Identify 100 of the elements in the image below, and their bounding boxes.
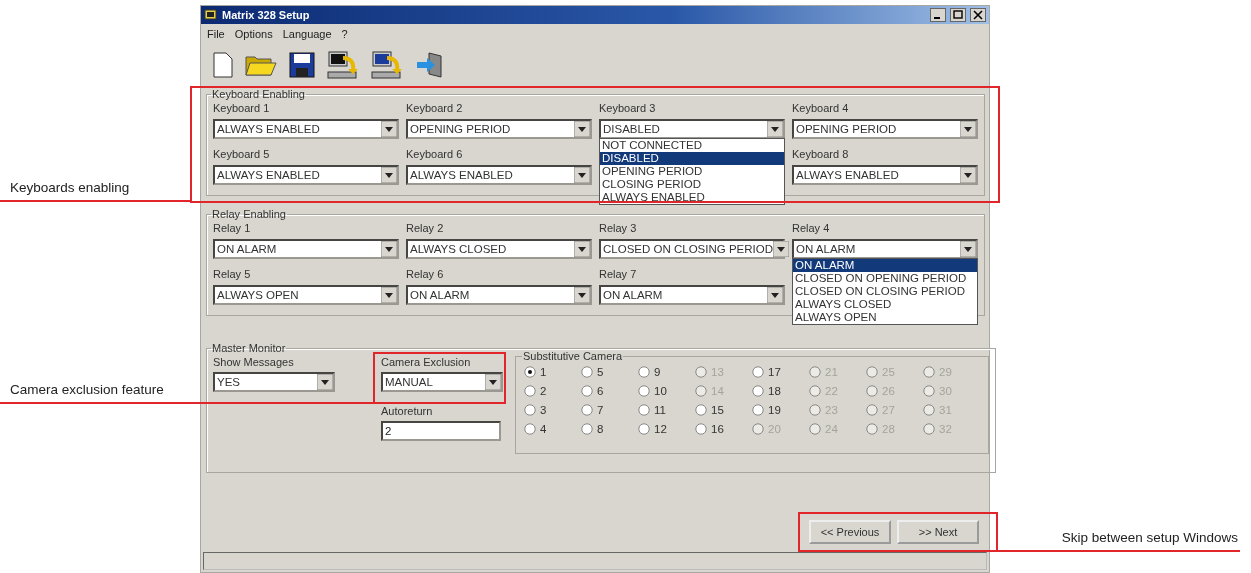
dropdown[interactable]: ALWAYS OPEN <box>213 285 399 305</box>
callout-label: Camera exclusion feature <box>10 382 164 397</box>
radio-option[interactable]: 2 <box>524 383 547 399</box>
radio-icon <box>809 366 821 378</box>
radio-option[interactable]: 9 <box>638 364 661 380</box>
caret-icon <box>960 241 976 257</box>
caret-icon <box>317 374 333 390</box>
field-label: Relay 1 <box>213 222 252 235</box>
group-title: Substitutive Camera <box>522 350 624 362</box>
radio-icon <box>581 385 593 397</box>
close-icon[interactable] <box>970 8 986 22</box>
radio-icon <box>923 404 935 416</box>
list-item[interactable]: ON ALARM <box>793 259 977 272</box>
nav-button[interactable]: << Previous <box>809 520 891 544</box>
caret-icon <box>574 167 590 183</box>
radio-icon <box>638 404 650 416</box>
dropdown[interactable]: ALWAYS ENABLED <box>792 165 978 185</box>
dropdown[interactable]: YES <box>213 372 335 392</box>
radio-icon <box>638 423 650 435</box>
menu-item[interactable]: ? <box>341 28 348 40</box>
computer-arrow-icon[interactable] <box>371 50 403 80</box>
field-label: Keyboard 4 <box>792 102 850 115</box>
field-label: Keyboard 3 <box>599 102 657 115</box>
input-field[interactable]: 2 <box>381 421 501 441</box>
radio-icon <box>752 366 764 378</box>
radio-option[interactable]: 6 <box>581 383 604 399</box>
caret-icon <box>381 287 397 303</box>
radio-icon <box>638 366 650 378</box>
dropdown[interactable]: DISABLED <box>599 119 785 139</box>
computer-arrow-icon[interactable] <box>327 50 359 80</box>
group-title: Relay Enabling <box>211 208 287 220</box>
menu-item[interactable]: Options <box>234 28 273 40</box>
menu-item[interactable]: File <box>207 28 225 40</box>
radio-option[interactable]: 18 <box>752 383 781 399</box>
dropdown[interactable]: ALWAYS CLOSED <box>406 239 592 259</box>
caret-icon <box>767 287 783 303</box>
radio-icon <box>923 366 935 378</box>
field-label: Keyboard 5 <box>213 148 271 161</box>
radio-icon <box>809 423 821 435</box>
radio-option[interactable]: 16 <box>695 421 724 437</box>
exit-door-icon[interactable] <box>415 51 445 79</box>
caret-icon <box>773 241 789 257</box>
dropdown[interactable]: OPENING PERIOD <box>406 119 592 139</box>
radio-option[interactable]: 7 <box>581 402 604 418</box>
list-item[interactable]: DISABLED <box>600 152 784 165</box>
caret-icon <box>960 121 976 137</box>
radio-option[interactable]: 10 <box>638 383 667 399</box>
radio-icon <box>638 385 650 397</box>
radio-icon <box>866 385 878 397</box>
nav-button[interactable]: >> Next <box>897 520 979 544</box>
dropdown[interactable]: ALWAYS ENABLED <box>213 119 399 139</box>
radio-icon <box>866 423 878 435</box>
radio-icon <box>695 423 707 435</box>
dropdown[interactable]: ON ALARM <box>406 285 592 305</box>
caret-icon <box>574 287 590 303</box>
radio-icon <box>752 404 764 416</box>
field-label: Relay 2 <box>406 222 445 235</box>
caret-icon <box>767 121 783 137</box>
radio-option[interactable]: 15 <box>695 402 724 418</box>
dropdown[interactable]: MANUAL <box>381 372 503 392</box>
field-label: Autoreturn <box>381 405 434 418</box>
radio-icon <box>752 385 764 397</box>
dropdown[interactable]: OPENING PERIOD <box>792 119 978 139</box>
radio-option[interactable]: 3 <box>524 402 547 418</box>
radio-option[interactable]: 12 <box>638 421 667 437</box>
window-title: Matrix 328 Setup <box>222 9 311 21</box>
radio-option[interactable]: 11 <box>638 402 666 418</box>
caret-icon <box>381 241 397 257</box>
radio-option[interactable]: 19 <box>752 402 781 418</box>
radio-option[interactable]: 1 <box>524 364 547 380</box>
new-file-icon[interactable] <box>213 52 233 78</box>
caret-icon <box>960 167 976 183</box>
dropdown[interactable]: ON ALARM <box>213 239 399 259</box>
minimize-icon[interactable] <box>930 8 946 22</box>
app-icon <box>204 8 218 22</box>
menu-item[interactable]: Language <box>282 28 332 40</box>
field-label: Keyboard 6 <box>406 148 464 161</box>
dropdown[interactable]: ON ALARM <box>792 239 978 259</box>
radio-option[interactable]: 17 <box>752 364 781 380</box>
field-label: Camera Exclusion <box>381 356 472 369</box>
radio-option[interactable]: 4 <box>524 421 547 437</box>
caret-icon <box>381 167 397 183</box>
radio-option[interactable]: 5 <box>581 364 604 380</box>
dropdown[interactable]: ON ALARM <box>599 285 785 305</box>
callout-label: Keyboards enabling <box>10 180 130 195</box>
field-label: Relay 7 <box>599 268 638 281</box>
radio-icon <box>581 423 593 435</box>
field-label: Keyboard 8 <box>792 148 850 161</box>
radio-icon <box>695 404 707 416</box>
radio-icon <box>581 404 593 416</box>
field-label: Relay 3 <box>599 222 638 235</box>
field-label: Relay 6 <box>406 268 445 281</box>
dropdown[interactable]: ALWAYS ENABLED <box>213 165 399 185</box>
dropdown[interactable]: ALWAYS ENABLED <box>406 165 592 185</box>
field-label: Keyboard 2 <box>406 102 464 115</box>
folder-icon[interactable] <box>245 54 277 76</box>
maximize-icon[interactable] <box>950 8 966 22</box>
radio-option[interactable]: 8 <box>581 421 604 437</box>
field-label: Relay 4 <box>792 222 831 235</box>
radio-icon <box>923 423 935 435</box>
